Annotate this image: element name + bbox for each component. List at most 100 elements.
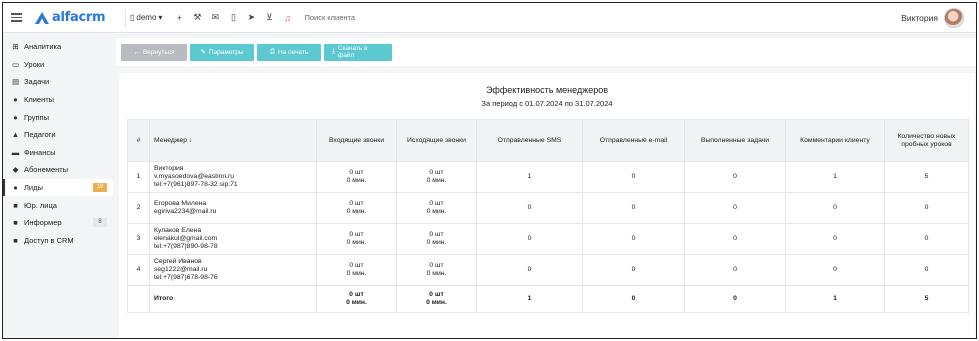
mail-icon[interactable]: ✉ bbox=[206, 3, 224, 33]
sidebar-item[interactable]: ▤ Задачи bbox=[3, 73, 113, 91]
back-button[interactable]: ← Вернуться bbox=[121, 43, 187, 61]
trials-cell: 0 bbox=[884, 192, 969, 224]
total-tasks: 0 bbox=[733, 295, 737, 302]
row-number: 2 bbox=[127, 192, 150, 224]
branch-selector[interactable]: ▯ demo ▾ bbox=[130, 13, 162, 22]
sidebar-item[interactable]: ▲ Педагоги bbox=[3, 126, 113, 144]
trials-cell: 0 bbox=[884, 223, 969, 255]
row-number-value: 2 bbox=[136, 204, 141, 211]
sidebar: ⊞ Аналитика ▭ Уроки ▤ Задачи ● Клиенты ● Группы ▲ П… bbox=[3, 34, 113, 338]
divider bbox=[125, 8, 126, 27]
outgoing-count: 0 шт bbox=[429, 169, 444, 176]
row-number: 4 bbox=[127, 254, 150, 286]
sidebar-item[interactable]: ● Группы bbox=[3, 108, 113, 126]
manager-phone: tel:+7(987)890-98-78 bbox=[154, 243, 218, 250]
sms-cell: 0 bbox=[476, 223, 583, 255]
outgoing-count: 0 шт bbox=[429, 262, 444, 269]
email-count: 0 bbox=[631, 173, 636, 180]
logo[interactable]: alfacrm bbox=[35, 10, 115, 25]
total-comments-cell: 1 bbox=[785, 285, 885, 313]
phone-icon[interactable]: ▯ bbox=[224, 3, 242, 33]
download-button[interactable]: ⤓ Скачать в файл bbox=[324, 43, 392, 61]
total-tasks-cell: 0 bbox=[684, 285, 786, 313]
sms-count: 1 bbox=[527, 173, 532, 180]
logo-text: alfacrm bbox=[52, 10, 106, 25]
manager-email: seg1222@mail.ru bbox=[154, 266, 208, 273]
tasks-cell: 0 bbox=[684, 223, 786, 255]
table-header-row: # Менеджер ↓ Входящие звонки Исходящие звон… bbox=[127, 119, 969, 162]
avatar bbox=[944, 8, 964, 28]
report-toolbar: ← Вернуться ✎ Параметры ⎙ На печать ⤓ Ск… bbox=[116, 38, 976, 66]
sidebar-item-label: Абонементы bbox=[24, 165, 69, 175]
email-cell: 0 bbox=[582, 192, 685, 224]
sms-count: 0 bbox=[527, 204, 532, 211]
incoming-count: 0 шт bbox=[349, 231, 364, 238]
incoming-minutes: 0 мин. bbox=[346, 270, 367, 277]
column-header: Отправленные e-mail bbox=[582, 119, 685, 162]
lock-icon: ■ bbox=[13, 235, 18, 245]
sidebar-item[interactable]: ● Лиды 19 bbox=[3, 178, 113, 197]
sidebar-item-label: Группы bbox=[24, 112, 49, 122]
email-cell: 0 bbox=[582, 254, 685, 286]
sidebar-item[interactable]: ⊞ Аналитика bbox=[3, 38, 113, 56]
tasks-cell: 0 bbox=[684, 161, 786, 193]
user-menu[interactable]: Виктория bbox=[901, 3, 964, 33]
incoming-minutes: 0 мин. bbox=[346, 239, 367, 246]
sidebar-item[interactable]: ● Клиенты bbox=[3, 91, 113, 109]
row-number: 1 bbox=[127, 161, 150, 193]
sidebar-item-label: Финансы bbox=[24, 147, 56, 157]
sidebar-item[interactable]: ▬ Финансы bbox=[3, 144, 113, 162]
total-comments: 1 bbox=[833, 295, 837, 302]
plus-icon[interactable]: + bbox=[170, 3, 188, 33]
parameters-button[interactable]: ✎ Параметры bbox=[190, 43, 254, 61]
sort-column-header[interactable]: Менеджер ↓ bbox=[149, 119, 317, 162]
column-header: Выполненные задачи bbox=[684, 119, 786, 162]
comments-cell: 1 bbox=[785, 161, 885, 193]
sidebar-item[interactable]: ■ Юр. лица bbox=[3, 196, 113, 214]
sidebar-item[interactable]: ■ Информер 8 bbox=[3, 214, 113, 232]
cart-icon[interactable]: ⊻ bbox=[260, 3, 278, 33]
manager-cell: Кулаков Елена elenakul@gmail.com tel:+7(98… bbox=[149, 223, 317, 255]
menu-icon[interactable] bbox=[3, 3, 29, 33]
comments-count: 0 bbox=[833, 266, 837, 273]
comments-cell: 0 bbox=[785, 254, 885, 286]
sidebar-item[interactable]: ■ Доступ в CRM bbox=[3, 232, 113, 250]
wrench-icon[interactable]: ⚒ bbox=[188, 3, 206, 33]
table-row: 2 Егорова Милена egiriva2234@mail.ru 0 шт 0 … bbox=[127, 192, 969, 224]
email-cell: 0 bbox=[582, 223, 685, 255]
sidebar-item[interactable]: ◆ Абонементы bbox=[3, 161, 113, 179]
sms-count: 0 bbox=[527, 266, 532, 273]
trials-cell: 0 bbox=[884, 254, 969, 286]
user-icon: ● bbox=[13, 95, 18, 105]
caret-down-icon: ▾ bbox=[158, 13, 163, 22]
trials-count: 0 bbox=[924, 235, 929, 242]
analytics-icon: ⊞ bbox=[12, 42, 19, 52]
send-icon[interactable]: ➤ bbox=[242, 3, 260, 33]
email-cell: 0 bbox=[582, 161, 685, 193]
sms-count: 0 bbox=[527, 235, 532, 242]
count-badge: 8 bbox=[93, 217, 107, 227]
row-number-value: 4 bbox=[136, 266, 141, 273]
sidebar-item[interactable]: ▭ Уроки bbox=[3, 56, 113, 74]
tasks-count: 0 bbox=[733, 204, 737, 211]
total-outgoing-cell: 0 шт 0 мин. bbox=[396, 285, 477, 313]
manager-name[interactable]: Виктория bbox=[154, 165, 183, 172]
tag-icon: ◆ bbox=[12, 165, 19, 175]
manager-name[interactable]: Сергей Иванов bbox=[154, 258, 202, 265]
manager-name[interactable]: Кулаков Елена bbox=[154, 227, 201, 234]
email-count: 0 bbox=[631, 266, 636, 273]
search-input[interactable]: Поиск клиента bbox=[304, 13, 355, 22]
bell-icon[interactable]: ♫ bbox=[278, 3, 296, 33]
total-row: Итого 0 шт 0 мин. 0 шт 0 мин. 1 0 0 1 5 bbox=[127, 285, 969, 313]
count-badge: 19 bbox=[93, 182, 107, 192]
comments-count: 0 bbox=[833, 235, 837, 242]
manager-name[interactable]: Егорова Милена bbox=[154, 200, 206, 207]
print-button[interactable]: ⎙ На печать bbox=[257, 43, 321, 61]
sidebar-item-label: Педагоги bbox=[24, 130, 56, 140]
sms-cell: 1 bbox=[476, 161, 583, 193]
comments-cell: 0 bbox=[785, 192, 885, 224]
sidebar-item-label: Уроки bbox=[24, 59, 45, 69]
sidebar-item-label: Задачи bbox=[24, 77, 50, 87]
total-trials: 5 bbox=[924, 295, 929, 302]
report-title: Эффективность менеджеров bbox=[485, 85, 609, 95]
